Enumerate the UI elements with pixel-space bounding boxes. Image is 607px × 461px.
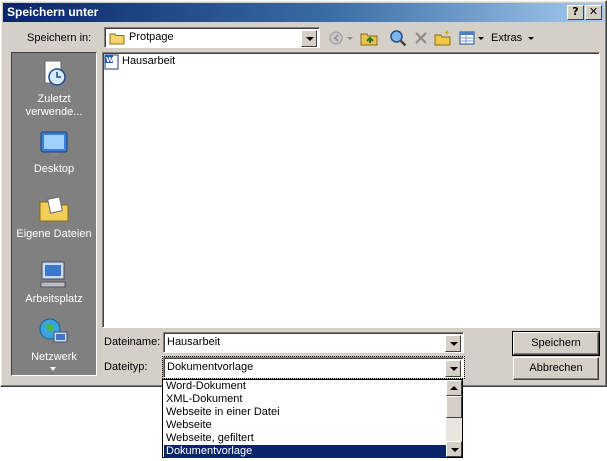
computer-icon [37, 257, 71, 291]
save-as-dialog: Speichern unter ? ✕ Speichern in: Protpa… [0, 0, 607, 387]
filename-label: Dateiname: [104, 336, 161, 348]
title-bar: Speichern unter [3, 3, 604, 22]
look-in-label: Speichern in: [27, 32, 92, 44]
scroll-down-icon [451, 448, 459, 452]
look-in-combobox[interactable]: Protpage [104, 27, 320, 48]
recent-clock-icon [37, 57, 71, 91]
place-label-network: Netzwerk [31, 351, 77, 363]
place-label-my-computer: Arbeitsplatz [25, 293, 83, 305]
up-folder-icon[interactable] [359, 28, 379, 48]
close-button[interactable]: ✕ [585, 5, 602, 20]
save-button[interactable]: Speichern [512, 331, 600, 356]
new-folder-icon[interactable] [433, 28, 453, 48]
help-button[interactable]: ? [567, 5, 584, 20]
back-dropdown-icon[interactable] [346, 28, 354, 48]
scroll-down-button[interactable] [446, 441, 462, 457]
filetype-combobox[interactable]: Dokumentvorlage [162, 356, 465, 379]
place-label-my-documents: Eigene Dateien [16, 228, 92, 240]
look-in-dropdown-button[interactable] [301, 30, 317, 47]
extras-label: Extras [491, 32, 523, 44]
delete-icon[interactable] [411, 28, 431, 48]
filetype-label: Dateityp: [104, 361, 148, 373]
network-globe-icon [37, 315, 71, 349]
place-label-desktop: Desktop [33, 163, 75, 175]
close-icon: ✕ [588, 5, 599, 18]
filetype-value: Dokumentvorlage [167, 361, 254, 373]
place-network[interactable]: Netzwerk [12, 315, 96, 364]
svg-text:W: W [106, 56, 114, 64]
filetype-dropdown-button[interactable] [445, 360, 461, 377]
places-scroll-down-icon[interactable] [50, 367, 56, 371]
look-in-value: Protpage [129, 31, 174, 43]
places-bar: Zuletzt verwende... Desktop Eigene Datei… [11, 52, 97, 376]
place-desktop[interactable]: Desktop [12, 127, 96, 176]
place-my-documents[interactable]: Eigene Dateien [12, 192, 96, 241]
folder-icon [109, 32, 125, 48]
help-icon: ? [572, 5, 579, 18]
filetype-dropdown-list: Word-Dokument XML-Dokument Webseite in e… [162, 379, 463, 458]
place-recent[interactable]: Zuletzt verwende... [12, 57, 96, 119]
filetype-option-selected[interactable]: Dokumentvorlage [164, 445, 447, 458]
cancel-button[interactable]: Abbrechen [513, 357, 599, 380]
file-name: Hausarbeit [122, 55, 176, 67]
scroll-up-button[interactable] [446, 380, 462, 396]
scroll-thumb[interactable] [446, 396, 462, 418]
filetype-option[interactable]: Word-Dokument [164, 380, 447, 393]
word-document-icon: W [104, 54, 120, 73]
dropdown-scrollbar[interactable] [446, 380, 462, 457]
search-web-icon[interactable] [388, 28, 408, 48]
scroll-up-icon [450, 386, 458, 390]
window-title: Speichern unter [7, 5, 99, 19]
filetype-option[interactable]: XML-Dokument [164, 393, 447, 406]
place-label-recent: Zuletzt verwende... [25, 93, 83, 118]
filetype-option[interactable]: Webseite, gefiltert [164, 432, 447, 445]
place-my-computer[interactable]: Arbeitsplatz [12, 257, 96, 306]
file-list[interactable]: W Hausarbeit [102, 52, 600, 328]
back-icon[interactable] [328, 28, 348, 48]
filename-combobox[interactable]: Hausarbeit [163, 332, 464, 353]
filename-value: Hausarbeit [167, 336, 221, 348]
filename-dropdown-button[interactable] [445, 335, 461, 352]
extras-menu[interactable]: Extras [491, 32, 535, 44]
filetype-option[interactable]: Webseite [164, 419, 447, 432]
filetype-option[interactable]: Webseite in einer Datei [164, 406, 447, 419]
folder-documents-icon [37, 192, 71, 226]
views-icon[interactable] [457, 28, 477, 48]
desktop-icon [37, 127, 71, 161]
views-dropdown-icon[interactable] [477, 28, 485, 48]
extras-dropdown-icon [528, 36, 535, 40]
